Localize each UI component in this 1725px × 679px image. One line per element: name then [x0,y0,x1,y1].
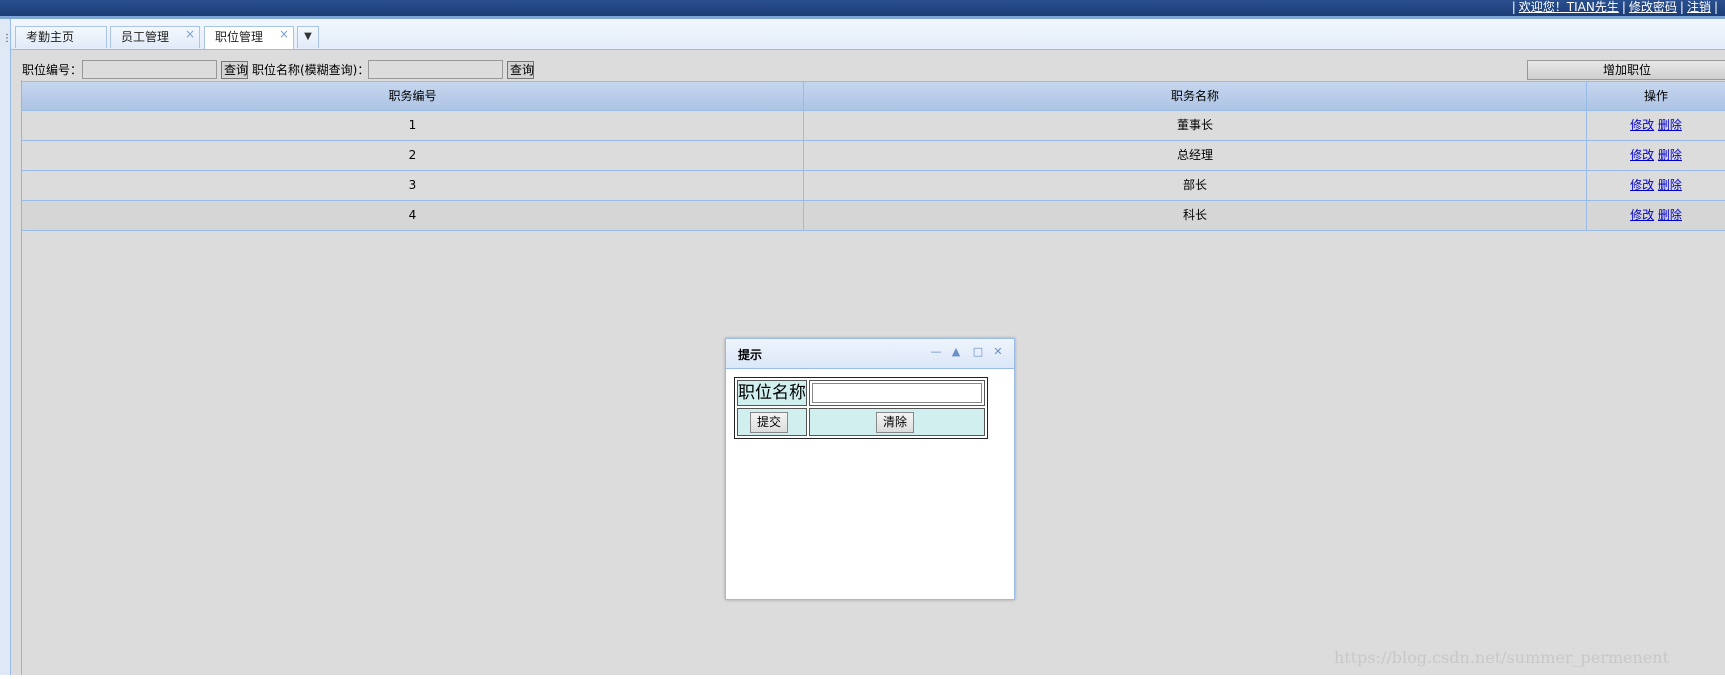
change-password-link[interactable]: 修改密码 [1629,0,1677,14]
position-form: 职位名称 提交 清除 [734,377,988,439]
minimize-icon[interactable]: — [928,344,944,360]
nav-separator: | [1511,0,1516,14]
prompt-dialog: 提示 — ▲ □ ✕ 职位名称 提交 清除 [725,338,1015,600]
position-grid: 职务编号 职务名称 操作 1 董事长 修改 删除 2 总经理 修改 删除 3 部… [22,81,1725,231]
delete-link[interactable]: 删除 [1658,118,1682,132]
cell-name: 科长 [804,201,1587,230]
delete-link[interactable]: 删除 [1658,208,1682,222]
position-name-field-label: 职位名称 [737,380,807,406]
column-header-actions: 操作 [1643,89,1668,103]
dialog-header[interactable]: 提示 — ▲ □ ✕ [726,339,1014,369]
chevron-down-icon: ▼ [304,31,312,42]
nav-separator: | [1621,0,1626,14]
tab-dropdown-button[interactable]: ▼ [297,26,319,48]
clear-button[interactable]: 清除 [876,412,915,433]
cell-id: 2 [22,141,804,170]
cell-name: 部长 [804,171,1587,200]
tab-label: 考勤主页 [26,30,75,44]
tab-strip: 考勤主页 员工管理 × 职位管理 × ▼ [11,19,1725,50]
cell-name: 董事长 [804,111,1587,140]
table-row[interactable]: 1 董事长 修改 删除 [22,111,1725,141]
cell-actions: 修改 删除 [1587,141,1725,170]
tab-label: 职位管理 [215,30,264,44]
edit-link[interactable]: 修改 [1630,148,1654,162]
edit-link[interactable]: 修改 [1630,118,1654,132]
tab-employee-management[interactable]: 员工管理 × [110,26,200,48]
submit-button[interactable]: 提交 [750,412,789,433]
welcome-link[interactable]: 欢迎您！TIAN先生 [1519,0,1619,14]
nav-separator: | [1679,0,1684,14]
tab-position-management[interactable]: 职位管理 × [204,26,294,49]
clear-cell: 清除 [809,408,985,436]
watermark: https://blog.csdn.net/summer_permenent [1334,648,1669,667]
query-id-button[interactable]: 查询 [221,61,248,79]
position-name-field[interactable] [812,383,982,403]
table-row[interactable]: 2 总经理 修改 删除 [22,141,1725,171]
grid-header-row: 职务编号 职务名称 操作 [22,81,1725,111]
cell-id: 4 [22,201,804,230]
position-id-input[interactable] [82,60,217,79]
cell-actions: 修改 删除 [1587,201,1725,230]
close-icon[interactable]: × [185,24,195,44]
position-name-field-cell [809,380,985,406]
logout-link[interactable]: 注销 [1687,0,1711,14]
position-id-label: 职位编号： [22,63,83,77]
collapse-icon[interactable]: ▲ [948,344,964,360]
edit-link[interactable]: 修改 [1630,208,1654,222]
table-row[interactable]: 3 部长 修改 删除 [22,171,1725,201]
top-header-bar: | 欢迎您！TIAN先生 | 修改密码 | 注销 | [0,0,1725,19]
position-name-input[interactable] [368,60,503,79]
cell-actions: 修改 删除 [1587,171,1725,200]
cell-actions: 修改 删除 [1587,111,1725,140]
add-position-button[interactable]: 增加职位 [1527,60,1725,80]
submit-cell: 提交 [737,408,807,436]
tab-attendance-home[interactable]: 考勤主页 [15,26,107,48]
dialog-title: 提示 [738,348,763,362]
close-icon[interactable]: × [279,24,289,44]
delete-link[interactable]: 删除 [1658,178,1682,192]
table-row[interactable]: 4 科长 修改 删除 [22,201,1725,231]
query-name-button[interactable]: 查询 [507,61,534,79]
edit-link[interactable]: 修改 [1630,178,1654,192]
column-header-id[interactable]: 职务编号 [22,82,804,110]
delete-link[interactable]: 删除 [1658,148,1682,162]
left-collapsed-panel[interactable]: ⋮ [0,19,12,675]
close-icon[interactable]: ✕ [990,344,1006,360]
column-header-name[interactable]: 职务名称 [804,82,1587,110]
nav-separator: | [1713,0,1718,14]
top-nav: | 欢迎您！TIAN先生 | 修改密码 | 注销 | [1509,0,1725,16]
cell-name: 总经理 [804,141,1587,170]
cell-id: 1 [22,111,804,140]
maximize-icon[interactable]: □ [970,344,986,360]
position-name-label: 职位名称(模糊查询)： [252,63,370,77]
tab-label: 员工管理 [121,30,170,44]
cell-id: 3 [22,171,804,200]
